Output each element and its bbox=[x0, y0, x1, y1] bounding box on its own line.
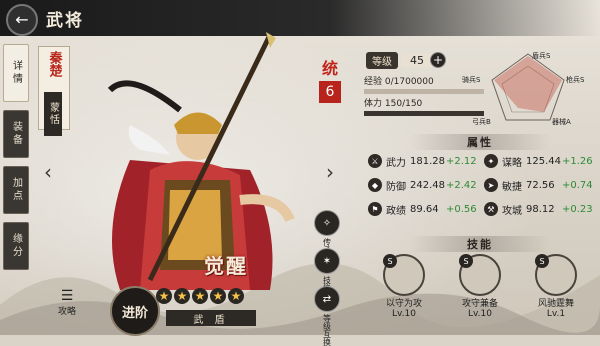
attr-icon: ⚔ bbox=[368, 154, 382, 168]
attr-value: 72.56 bbox=[526, 179, 555, 191]
attr-bonus: +1.26 bbox=[562, 155, 593, 167]
attr-bonus: +0.23 bbox=[562, 203, 593, 215]
attr-name: 攻城 bbox=[502, 205, 522, 217]
radar-label-siege: 器械A bbox=[552, 117, 571, 126]
star-icon: ★ bbox=[174, 288, 190, 304]
star-rating: ★ ★ ★ ★ ★ bbox=[156, 288, 244, 304]
attr-value: 181.28 bbox=[410, 155, 445, 167]
skill-icon: S bbox=[535, 254, 577, 296]
radar-label-shield: 盾兵S bbox=[532, 51, 551, 60]
attr-bonus: +0.56 bbox=[446, 203, 477, 215]
troop-radar: 盾兵S 枪兵S 器械A 弓兵B 骑兵S bbox=[462, 51, 585, 126]
exp-value: 0/1700000 bbox=[384, 77, 434, 87]
command-stat: 统 6 bbox=[318, 55, 342, 103]
skill-grade: S bbox=[459, 254, 473, 268]
hero-faction: 秦楚 bbox=[46, 51, 62, 77]
attr-icon: ◆ bbox=[368, 178, 382, 192]
hero-name: 蒙恬 bbox=[44, 92, 62, 136]
attr-name: 防御 bbox=[386, 181, 406, 193]
skill-item[interactable]: S 攻守兼备 Lv.10 bbox=[448, 254, 512, 319]
skills-panel: S 以守为攻 Lv.10 S 攻守兼备 Lv.10 S 风驰霆舞 Lv.1 bbox=[362, 246, 600, 335]
attributes-title: 属性 bbox=[410, 134, 550, 150]
attr-value: 242.48 bbox=[410, 179, 445, 191]
attr-icon: ⚒ bbox=[484, 202, 498, 216]
attr-bonus: +0.74 bbox=[562, 179, 593, 191]
attr-bonus: +2.12 bbox=[446, 155, 477, 167]
command-value: 6 bbox=[319, 81, 341, 103]
tab-attribute-points[interactable]: 加点 bbox=[3, 166, 29, 214]
stamina-label: 体力 bbox=[364, 99, 383, 109]
skill-item[interactable]: S 风驰霆舞 Lv.1 bbox=[524, 254, 588, 319]
attr-row: ⚑ 政绩 89.64 +0.56 bbox=[368, 202, 477, 217]
attr-row: ⚒ 攻城 98.12 +0.23 bbox=[484, 202, 593, 217]
skill-name: 以守为攻 bbox=[385, 299, 422, 309]
skill-level: Lv.1 bbox=[546, 309, 566, 319]
bottom-bar: ☰ 攻略 进阶 ★ ★ ★ ★ ★ 武 盾 bbox=[40, 270, 360, 336]
attr-value: 89.64 bbox=[410, 203, 439, 215]
attr-value: 98.12 bbox=[526, 203, 555, 215]
scroll-icon: ☰ bbox=[60, 288, 74, 304]
attr-row: ◆ 防御 242.48 +2.42 bbox=[368, 178, 477, 193]
tab-bonds[interactable]: 缘分 bbox=[3, 222, 29, 270]
inherit-icon: ✧ bbox=[314, 210, 340, 236]
attr-bonus: +2.42 bbox=[446, 179, 477, 191]
attr-value: 125.44 bbox=[526, 155, 561, 167]
skill-item[interactable]: S 以守为攻 Lv.10 bbox=[372, 254, 436, 319]
radar-label-spear: 枪兵S bbox=[566, 75, 585, 84]
strategy-button[interactable]: ☰ 攻略 bbox=[54, 288, 80, 317]
skill-grade: S bbox=[535, 254, 549, 268]
skill-name: 攻守兼备 bbox=[461, 299, 498, 309]
skill-level: Lv.10 bbox=[468, 309, 492, 319]
hero-role: 武 盾 bbox=[166, 310, 256, 326]
prev-hero-arrow[interactable]: ‹ bbox=[44, 160, 52, 184]
tab-equipment[interactable]: 装备 bbox=[3, 110, 29, 158]
attr-row: ➤ 敏捷 72.56 +0.74 bbox=[484, 178, 593, 193]
attr-name: 武力 bbox=[386, 157, 406, 169]
attr-icon: ✦ bbox=[484, 154, 498, 168]
tab-details[interactable]: 详情 bbox=[3, 44, 29, 102]
star-icon: ★ bbox=[156, 288, 172, 304]
level-label: 等级 bbox=[366, 51, 398, 69]
stamina-value: 150/150 bbox=[384, 99, 423, 109]
attr-name: 政绩 bbox=[386, 205, 406, 217]
star-icon: ★ bbox=[210, 288, 226, 304]
exp-label: 经验 bbox=[364, 77, 383, 87]
radar-label-archer: 弓兵B bbox=[472, 117, 491, 126]
skill-icon: S bbox=[459, 254, 501, 296]
level-row: 等级 45 + bbox=[366, 51, 446, 69]
skill-name: 风驰霆舞 bbox=[537, 299, 574, 309]
star-icon: ★ bbox=[228, 288, 244, 304]
attr-icon: ➤ bbox=[484, 178, 498, 192]
skill-level: Lv.10 bbox=[392, 309, 416, 319]
radar-label-cavalry: 骑兵S bbox=[462, 75, 481, 84]
star-icon: ★ bbox=[192, 288, 208, 304]
page-title: 武将 bbox=[46, 11, 84, 31]
skill-icon: S bbox=[383, 254, 425, 296]
back-button[interactable]: ← bbox=[6, 4, 38, 36]
attr-icon: ⚑ bbox=[368, 202, 382, 216]
attr-row: ✦ 谋略 125.44 +1.26 bbox=[484, 154, 593, 169]
plus-icon[interactable]: + bbox=[430, 52, 446, 68]
advance-button[interactable]: 进阶 bbox=[110, 286, 160, 336]
attr-name: 敏捷 bbox=[502, 181, 522, 193]
skill-grade: S bbox=[383, 254, 397, 268]
side-tabs: 详情 装备 加点 缘分 bbox=[3, 44, 29, 278]
back-arrow-icon: ← bbox=[15, 10, 29, 29]
strategy-label: 攻略 bbox=[57, 307, 76, 317]
command-label: 统 bbox=[321, 59, 338, 78]
attr-name: 谋略 bbox=[502, 157, 522, 169]
attr-row: ⚔ 武力 181.28 +2.12 bbox=[368, 154, 477, 169]
